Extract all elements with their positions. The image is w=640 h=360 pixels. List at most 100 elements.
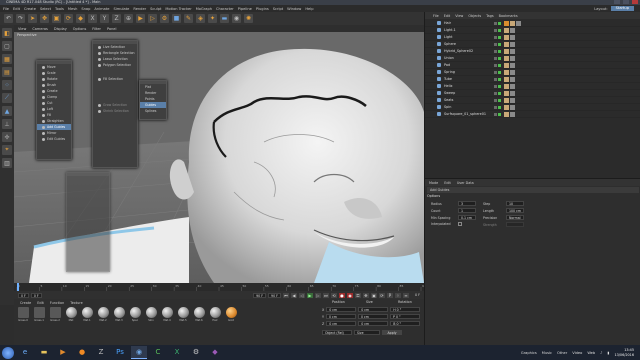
menu-item[interactable]: Character (216, 7, 234, 11)
palette-item[interactable]: Fill Selection (93, 76, 137, 82)
model-mode-icon[interactable]: ▢ (2, 41, 12, 51)
param-key-icon[interactable]: P (386, 292, 393, 298)
object-row[interactable]: Light.1 (425, 27, 640, 34)
firefox-icon[interactable]: ● (74, 346, 90, 359)
attribute-menu-item[interactable]: Mode (429, 181, 438, 185)
visibility-dots[interactable] (494, 28, 501, 32)
minimize-button[interactable] (614, 0, 620, 4)
length-field[interactable]: 100 cm (506, 208, 524, 213)
lock-workplane-icon[interactable]: ▥ (2, 158, 12, 168)
palette-item[interactable]: Splines (140, 108, 166, 114)
menu-item[interactable]: Plugins (256, 7, 269, 11)
menu-item[interactable]: Snap (81, 7, 90, 11)
visibility-dots[interactable] (494, 49, 501, 53)
radius-field[interactable]: 3 (458, 201, 476, 206)
material-swatch[interactable]: Mat.2 (96, 307, 110, 325)
viewport-menu-item[interactable]: Panel (107, 27, 116, 31)
go-to-start-icon[interactable]: ⏮ (282, 292, 289, 298)
menu-item[interactable]: File (3, 7, 9, 11)
material-swatch[interactable]: Mat.6 (192, 307, 206, 325)
visibility-dots[interactable] (494, 112, 501, 116)
precision-dropdown[interactable]: Normal (506, 215, 524, 220)
object-row[interactable]: Pad (425, 62, 640, 69)
object-tags[interactable] (504, 69, 515, 75)
position-z-field[interactable]: 0 cm (326, 321, 357, 326)
menu-item[interactable]: Motion Tracker (165, 7, 191, 11)
photoshop-icon[interactable]: Ps (112, 346, 128, 359)
size-z-field[interactable]: 0 cm (358, 321, 389, 326)
start-button[interactable] (2, 346, 14, 359)
material-swatch[interactable]: Spec (128, 307, 142, 325)
subdivision-icon[interactable]: ◈ (196, 14, 205, 23)
object-tags[interactable] (504, 55, 515, 61)
tray-toolbar-item[interactable]: Video (572, 351, 582, 355)
strength-field[interactable] (506, 222, 524, 227)
material-swatch[interactable]: Mat.4 (160, 307, 174, 325)
object-row[interactable]: Spin (425, 104, 640, 111)
menu-item[interactable]: Animate (94, 7, 109, 11)
menu-item[interactable]: Create (24, 7, 36, 11)
tab-options[interactable]: Options (427, 194, 440, 198)
playhead[interactable] (17, 283, 19, 291)
timeline-menu-icon[interactable]: ≡ (402, 292, 409, 298)
scale-key-icon[interactable]: ▣ (370, 292, 377, 298)
select-arrow-icon[interactable]: ➤ (28, 14, 37, 23)
viewport-menu-item[interactable]: Cameras (32, 27, 48, 31)
excel-icon[interactable]: X (169, 346, 185, 359)
polygons-mode-icon[interactable]: ▲ (2, 106, 12, 116)
object-row[interactable]: Seats (425, 97, 640, 104)
camtasia-icon[interactable]: C (150, 346, 166, 359)
visibility-dots[interactable] (494, 98, 501, 102)
recent-tool-icon[interactable]: ◆ (76, 14, 85, 23)
object-tags[interactable] (504, 48, 515, 54)
material-swatch[interactable]: Mat.3 (112, 307, 126, 325)
size-y-field[interactable]: 0 cm (358, 314, 389, 319)
object-tags[interactable] (504, 90, 515, 96)
axis-mode-icon[interactable]: ⊥ (2, 119, 12, 129)
edges-mode-icon[interactable]: ⟋ (2, 93, 12, 103)
viewport-menu-item[interactable]: View (18, 27, 26, 31)
snap-icon[interactable]: ⌖ (2, 145, 12, 155)
material-swatch[interactable]: Grass.0 (16, 307, 30, 325)
menu-item[interactable]: Script (273, 7, 283, 11)
workplane-icon[interactable]: ▤ (2, 67, 12, 77)
step-forward-icon[interactable]: ▷ (314, 292, 321, 298)
object-tags[interactable] (504, 76, 515, 82)
material-menu-item[interactable]: Function (50, 301, 64, 305)
object-tags[interactable] (504, 111, 515, 117)
object-row[interactable]: Helix (425, 83, 640, 90)
object-row[interactable]: Sphere (425, 41, 640, 48)
menu-item[interactable]: Mesh (68, 7, 77, 11)
object-tags[interactable] (504, 62, 515, 68)
position-x-field[interactable]: 0 cm (326, 307, 357, 312)
object-tags[interactable] (504, 104, 515, 110)
step-field[interactable]: 10 (506, 201, 524, 206)
render-view-icon[interactable]: ▶ (136, 14, 145, 23)
size-x-field[interactable]: 0 cm (358, 307, 389, 312)
tweak-mode-icon[interactable]: ✢ (2, 132, 12, 142)
visibility-dots[interactable] (494, 63, 501, 67)
visibility-dots[interactable] (494, 91, 501, 95)
menu-item[interactable]: Window (287, 7, 301, 11)
end-frame-field[interactable]: 90 F (253, 292, 267, 298)
object-menu-item[interactable]: View (455, 14, 463, 18)
object-tags[interactable] (504, 83, 515, 89)
object-tags[interactable] (504, 34, 515, 40)
material-swatch[interactable]: Gold (224, 307, 238, 325)
menu-item[interactable]: Edit (13, 7, 20, 11)
array-icon[interactable]: ✦ (208, 14, 217, 23)
render-settings-icon[interactable]: ⚙ (160, 14, 169, 23)
pen-icon[interactable]: ✎ (184, 14, 193, 23)
material-swatch[interactable]: Hair (208, 307, 222, 325)
x-axis-icon[interactable]: X (88, 14, 97, 23)
size-mode-dropdown[interactable]: Size (354, 330, 380, 335)
coordinate-system-icon[interactable]: ⊕ (124, 14, 133, 23)
palette-grip[interactable] (67, 173, 109, 176)
play-icon[interactable]: ▶ (306, 292, 313, 298)
material-swatch[interactable]: Grass.2 (48, 307, 62, 325)
texture-mode-icon[interactable]: ▦ (2, 54, 12, 64)
object-row[interactable]: Union (425, 55, 640, 62)
menu-item[interactable]: Help (305, 7, 313, 11)
visibility-dots[interactable] (494, 56, 501, 60)
render-picture-viewer-icon[interactable]: ▷ (148, 14, 157, 23)
